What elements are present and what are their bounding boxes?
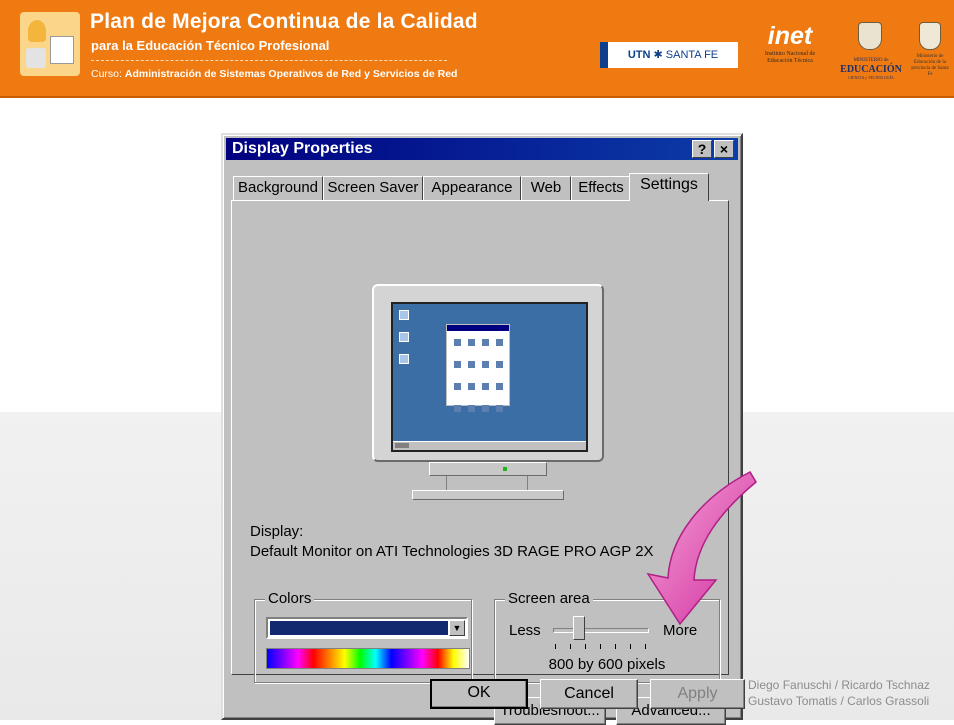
display-properties-dialog: Display Properties ? × Background Screen… (221, 133, 745, 725)
document-icon (50, 36, 74, 64)
course-prefix: Curso: (91, 68, 122, 80)
cancel-button[interactable]: Cancel (540, 679, 638, 709)
ministry-line-b: EDUCACIÓN (840, 64, 902, 75)
inet-word: inet (767, 22, 813, 50)
national-coat-of-arms-icon (858, 22, 882, 50)
course-name: Administración de Sistemas Operativos de… (124, 68, 458, 80)
apply-button[interactable]: Apply (650, 679, 745, 709)
preview-icon-grid (451, 335, 507, 412)
monitor-neck (446, 476, 528, 490)
resolution-slider-thumb[interactable] (573, 616, 585, 640)
inet-logo: inet Instituto Nacional de Educación Téc… (762, 22, 818, 65)
province-coat-of-arms-icon (919, 22, 941, 50)
color-spectrum-preview (266, 648, 470, 669)
banner-subtitle: para la Educación Técnico Profesional (91, 38, 330, 53)
my-computer-icon (399, 310, 409, 320)
monitor-stand (412, 490, 564, 500)
footer-line-2: Gustavo Tomatis / Carlos Grassoli (748, 694, 930, 708)
person-figure-icon (28, 20, 46, 42)
network-icon (399, 332, 409, 342)
footer-authors: Diego Fanuschi / Ricardo Tschnaz Gustavo… (748, 677, 948, 709)
utn-label: UTN (627, 49, 651, 61)
utn-city: SANTA FE (665, 49, 719, 61)
ministry-logo: MINISTERIO de EDUCACIÓN CIENCIA y TECNOL… (840, 58, 902, 80)
screen-area-group: Screen area Less More 800 by 600 pixels (494, 590, 720, 683)
color-depth-selected (270, 621, 448, 635)
screen-area-legend: Screen area (505, 590, 593, 607)
monitor-preview (372, 284, 604, 462)
preview-window-titlebar (447, 325, 509, 331)
footer-line-1: Diego Fanuschi / Ricardo Tschnaz (748, 678, 930, 692)
banner-divider (91, 60, 447, 61)
control-panel-preview (446, 324, 510, 412)
recycle-bin-icon (399, 354, 409, 364)
ministry-line-c: CIENCIA y TECNOLOGÍA (848, 75, 894, 80)
help-button[interactable]: ? (692, 140, 712, 158)
colors-group: Colors ▼ (254, 590, 472, 683)
preview-start-button (395, 443, 409, 448)
power-led-icon (503, 467, 507, 471)
less-label: Less (509, 622, 541, 639)
header-banner: Plan de Mejora Continua de la Calidad pa… (0, 0, 954, 98)
banner-title: Plan de Mejora Continua de la Calidad (90, 10, 478, 33)
tab-settings[interactable]: Settings (629, 173, 709, 201)
resolution-value: 800 by 600 pixels (548, 656, 666, 673)
inet-subtitle: Instituto Nacional de Educación Técnica (764, 51, 816, 64)
color-depth-select[interactable]: ▼ (266, 617, 468, 639)
dialog-title: Display Properties (232, 140, 373, 157)
desktop-preview (391, 302, 588, 452)
slider-ticks (555, 644, 647, 650)
tab-background[interactable]: Background (233, 176, 323, 200)
display-device: Default Monitor on ATI Technologies 3D R… (250, 543, 654, 560)
display-label: Display: (250, 523, 304, 540)
resolution-slider[interactable] (553, 628, 649, 633)
more-label: More (663, 622, 698, 639)
chevron-down-icon[interactable]: ▼ (449, 620, 465, 636)
plan-logo (20, 12, 80, 76)
settings-panel: Display: Default Monitor on ATI Technolo… (231, 200, 729, 725)
course-line: Curso: Administración de Sistemas Operat… (91, 68, 457, 80)
tab-screen-saver[interactable]: Screen Saver (323, 176, 423, 200)
tab-web[interactable]: Web (521, 176, 571, 200)
tab-appearance[interactable]: Appearance (423, 176, 521, 200)
utn-logo: UTN ✱ SANTA FE (600, 42, 738, 68)
monitor-bezel-bottom (429, 462, 547, 476)
dialog-titlebar[interactable]: Display Properties ? × (226, 138, 738, 160)
santa-fe-ministry-text: Ministerio de Educación de la provincia … (911, 54, 949, 77)
ok-button[interactable]: OK (430, 679, 528, 709)
tab-effects[interactable]: Effects (571, 176, 631, 200)
computer-icon (26, 48, 46, 68)
colors-legend: Colors (265, 590, 315, 607)
close-button[interactable]: × (714, 140, 734, 158)
preview-taskbar (393, 441, 586, 450)
